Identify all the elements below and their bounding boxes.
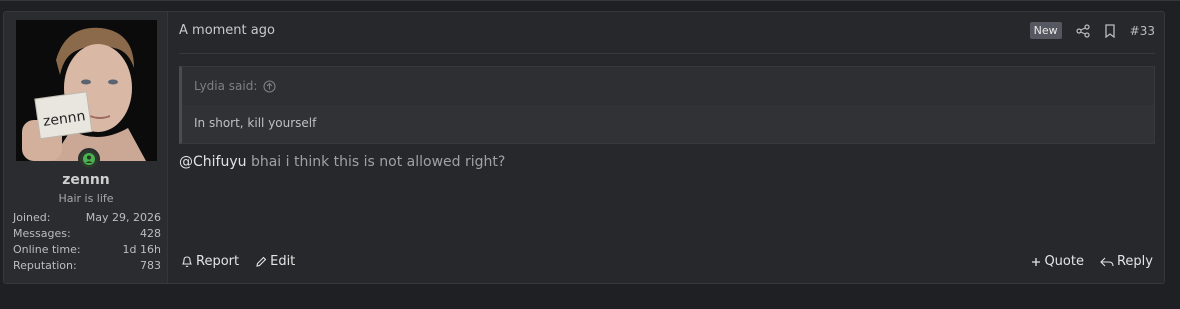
post-actions-left: Report Edit xyxy=(181,254,295,269)
stat-online-time: Online time: 1d 16h xyxy=(13,243,161,259)
message-text: bhai i think this is not allowed right? xyxy=(246,154,506,170)
quote-label: Quote xyxy=(1044,254,1084,269)
stat-label: Joined: xyxy=(13,211,51,224)
stat-reputation: Reputation: 783 xyxy=(13,259,161,275)
stat-value: 1d 16h xyxy=(122,243,161,256)
edit-label: Edit xyxy=(270,254,296,269)
new-badge: New xyxy=(1029,22,1062,39)
online-status-icon xyxy=(78,148,100,170)
stat-messages: Messages: 428 xyxy=(13,227,161,243)
post-timestamp[interactable]: A moment ago xyxy=(179,23,275,38)
report-label: Report xyxy=(196,254,240,269)
reply-label: Reply xyxy=(1116,254,1153,269)
user-mention-link[interactable]: @Chifuyu xyxy=(179,154,247,170)
stat-value: 428 xyxy=(140,227,161,240)
quote-attribution[interactable]: Lydia said: xyxy=(182,67,1154,105)
stat-label: Messages: xyxy=(13,227,71,240)
pencil-icon xyxy=(255,256,267,268)
edit-button[interactable]: Edit xyxy=(255,254,295,269)
stat-value: 783 xyxy=(140,259,161,272)
arrow-up-circle-icon[interactable] xyxy=(263,79,276,93)
post-header-actions: New #33 xyxy=(1029,22,1155,39)
bell-icon xyxy=(181,255,193,268)
share-icon[interactable] xyxy=(1076,23,1090,38)
user-title: Hair is life xyxy=(58,192,114,205)
post-user-sidebar: zennn zennn Hair is life Joined: May 29,… xyxy=(4,12,168,283)
user-stats: Joined: May 29, 2026 Messages: 428 Onlin… xyxy=(13,211,161,275)
avatar[interactable]: zennn xyxy=(16,20,157,161)
stat-label: Reputation: xyxy=(13,259,77,272)
post-main: A moment ago New #33 Lydia said: In shor… xyxy=(168,12,1164,283)
stat-value: May 29, 2026 xyxy=(85,211,161,224)
stat-joined: Joined: May 29, 2026 xyxy=(13,211,161,227)
quote-block: Lydia said: In short, kill yourself xyxy=(179,66,1155,144)
plus-icon xyxy=(1031,257,1041,267)
post-header-divider xyxy=(179,53,1155,54)
forum-post: zennn zennn Hair is life Joined: May 29,… xyxy=(3,11,1165,284)
bookmark-icon[interactable] xyxy=(1104,23,1116,38)
post-message: @Chifuyu bhai i think this is not allowe… xyxy=(179,154,505,170)
reply-button[interactable]: Reply xyxy=(1100,254,1153,269)
post-actions-right: Quote Reply xyxy=(1031,254,1153,269)
quote-author: Lydia said: xyxy=(194,79,258,93)
quote-button[interactable]: Quote xyxy=(1031,254,1084,269)
reply-arrow-icon xyxy=(1100,256,1114,268)
post-number[interactable]: #33 xyxy=(1130,24,1155,38)
stat-label: Online time: xyxy=(13,243,81,256)
report-button[interactable]: Report xyxy=(181,254,239,269)
username[interactable]: zennn xyxy=(4,172,168,188)
top-divider xyxy=(0,0,1180,1)
quote-text: In short, kill yourself xyxy=(182,105,1154,143)
